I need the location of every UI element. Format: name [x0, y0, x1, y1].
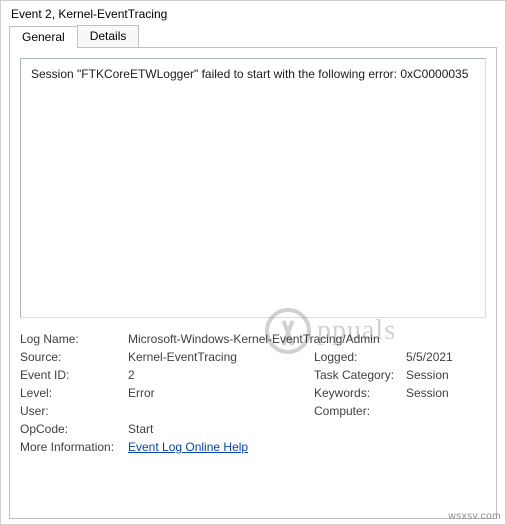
- row-opcode: OpCode: Start: [20, 420, 486, 438]
- value-log-name: Microsoft-Windows-Kernel-EventTracing/Ad…: [128, 332, 486, 346]
- value-event-id: 2: [128, 368, 314, 382]
- row-log-name: Log Name: Microsoft-Windows-Kernel-Event…: [20, 330, 486, 348]
- row-level-keywords: Level: Error Keywords: Session: [20, 384, 486, 402]
- value-keywords: Session: [406, 386, 486, 400]
- tab-general[interactable]: General: [9, 26, 78, 48]
- row-source-logged: Source: Kernel-EventTracing Logged: 5/5/…: [20, 348, 486, 366]
- label-event-id: Event ID:: [20, 368, 128, 382]
- label-computer: Computer:: [314, 404, 406, 418]
- label-task-category: Task Category:: [314, 368, 406, 382]
- tab-container: General Details Session "FTKCoreETWLogge…: [9, 25, 497, 519]
- value-level: Error: [128, 386, 314, 400]
- value-source: Kernel-EventTracing: [128, 350, 314, 364]
- footer-source: wsxsv.com: [448, 511, 501, 522]
- event-description[interactable]: Session "FTKCoreETWLogger" failed to sta…: [20, 58, 486, 318]
- tab-strip: General Details: [9, 25, 497, 47]
- value-task-category: Session: [406, 368, 486, 382]
- label-source: Source:: [20, 350, 128, 364]
- tab-page-general: Session "FTKCoreETWLogger" failed to sta…: [9, 47, 497, 519]
- row-eventid-task: Event ID: 2 Task Category: Session: [20, 366, 486, 384]
- label-logged: Logged:: [314, 350, 406, 364]
- label-level: Level:: [20, 386, 128, 400]
- value-opcode: Start: [128, 422, 486, 436]
- row-user-computer: User: Computer:: [20, 402, 486, 420]
- row-more-info: More Information: Event Log Online Help: [20, 438, 486, 456]
- link-event-log-online-help[interactable]: Event Log Online Help: [128, 440, 248, 454]
- label-more-info: More Information:: [20, 440, 128, 454]
- label-log-name: Log Name:: [20, 332, 128, 346]
- value-logged: 5/5/2021: [406, 350, 486, 364]
- tab-details[interactable]: Details: [77, 25, 140, 47]
- event-properties-window: Event 2, Kernel-EventTracing General Det…: [0, 0, 506, 525]
- window-title: Event 2, Kernel-EventTracing: [1, 1, 505, 25]
- label-keywords: Keywords:: [314, 386, 406, 400]
- label-user: User:: [20, 404, 128, 418]
- event-metadata: Log Name: Microsoft-Windows-Kernel-Event…: [20, 330, 486, 456]
- label-opcode: OpCode:: [20, 422, 128, 436]
